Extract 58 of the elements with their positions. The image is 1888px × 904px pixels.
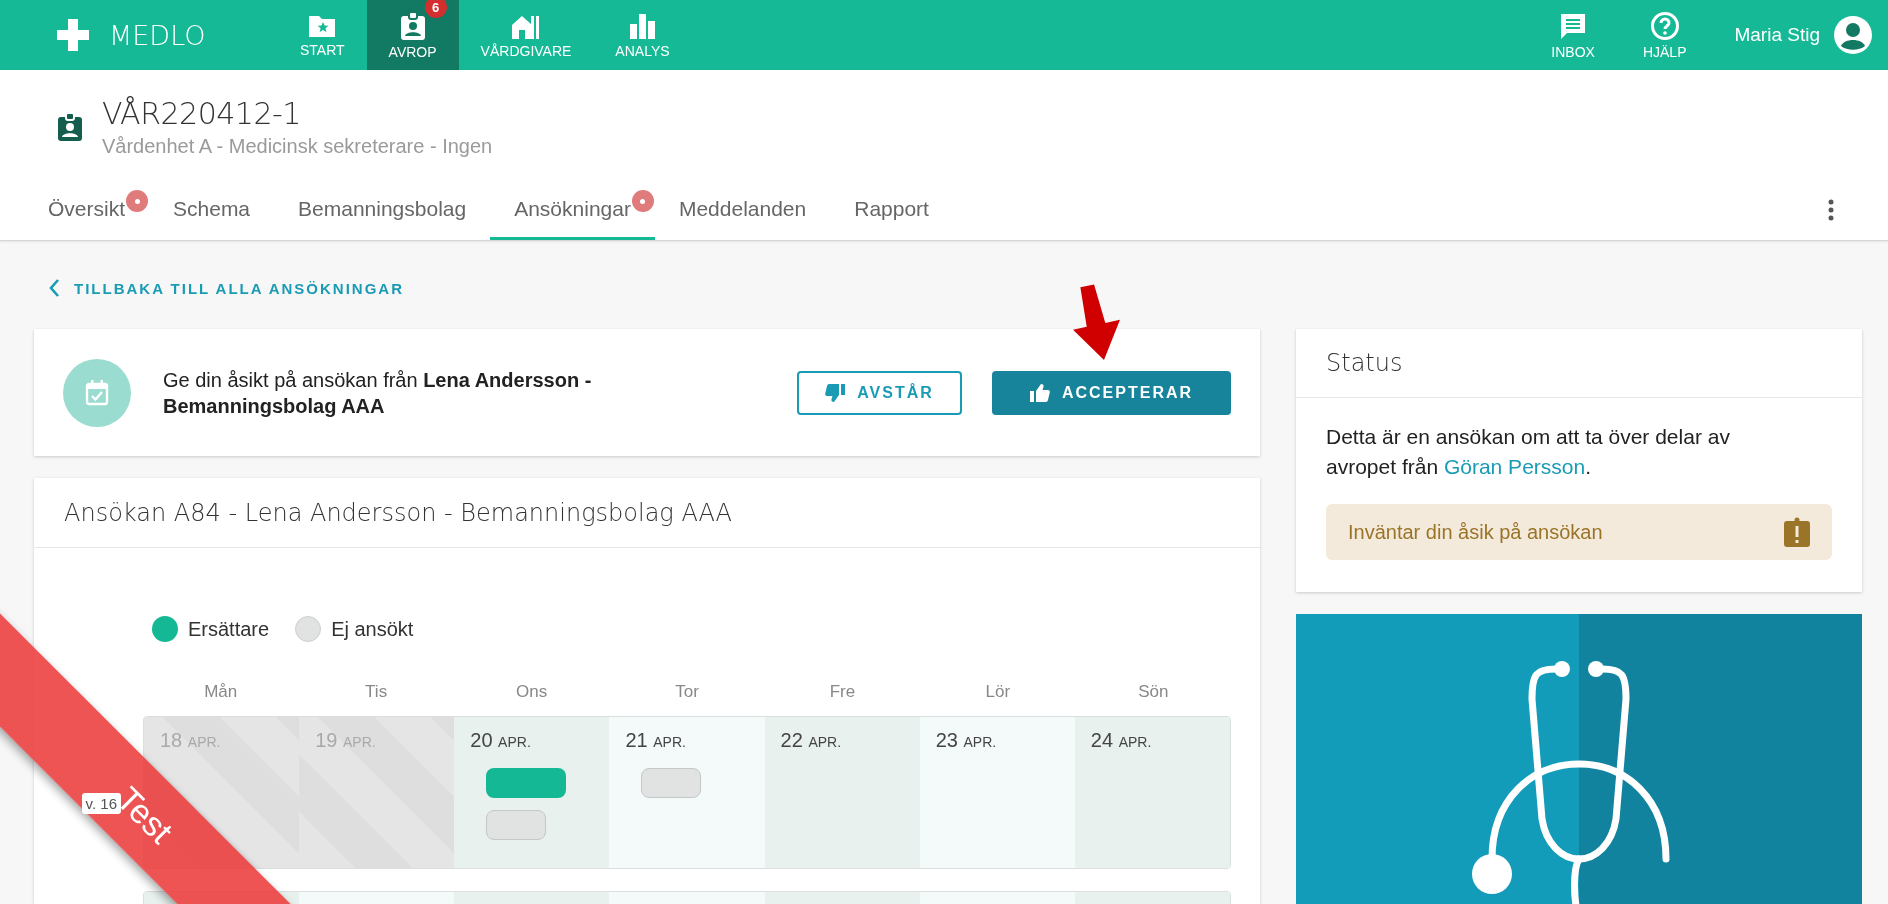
logo-icon — [55, 17, 91, 53]
day-cell[interactable]: 23 APR. — [919, 717, 1075, 868]
shift-pill[interactable] — [486, 810, 547, 840]
thumbs-down-icon — [825, 383, 846, 402]
weekday-label: Mån — [204, 682, 238, 701]
day-cell[interactable]: 21 APR. — [609, 717, 765, 868]
day-date: 19 APR. — [315, 729, 377, 752]
back-link[interactable]: TILLBAKA TILL ALLA ANSÖKNINGAR — [48, 274, 1260, 302]
chevron-left-icon — [48, 278, 60, 298]
tab[interactable]: Översikt — [48, 180, 149, 240]
tab[interactable]: Rapport — [830, 180, 953, 240]
tab[interactable]: Meddelanden — [654, 180, 831, 240]
day-date: 21 APR. — [625, 729, 687, 752]
shift-pill[interactable] — [641, 768, 702, 798]
card-title: Status — [1326, 349, 1403, 377]
clipboard-alert-icon — [1784, 517, 1810, 547]
person-link[interactable]: Göran Persson — [1443, 455, 1586, 478]
tab[interactable]: Bemanningsbolag — [274, 180, 491, 240]
legend-label: Ersättare — [188, 617, 270, 641]
tab[interactable]: Ansökningar — [490, 180, 655, 240]
weekday-label: Sön — [1138, 682, 1169, 701]
thumbs-up-icon — [1029, 383, 1050, 402]
badge-person-icon — [58, 113, 82, 141]
page-title: VÅR220412-1 — [102, 96, 302, 131]
day-date: 18 APR. — [160, 729, 222, 752]
week-label: v. 16 — [81, 793, 121, 814]
legend-label: Ej ansökt — [331, 617, 414, 641]
avatar-icon[interactable] — [1834, 16, 1872, 54]
day-cell[interactable]: 22 APR. — [764, 717, 920, 868]
status-text: Detta är en ansökan om att ta över delar av avropet från Göran Persson. — [1326, 424, 1731, 480]
brand-name: MEDLO — [109, 19, 206, 51]
page-subtitle: Vårdenhet A - Medicinsk sekreterare - Ingen — [102, 135, 493, 158]
badge-person-icon — [398, 10, 427, 41]
accept-button[interactable]: ACCEPTERAR — [992, 370, 1231, 415]
weekday-label: Tor — [675, 682, 699, 701]
notification-badge: 6 — [424, 0, 447, 18]
tab[interactable]: Schema — [149, 180, 275, 240]
day-cell[interactable]: 20 APR. — [454, 717, 610, 868]
day-date: 23 APR. — [935, 729, 998, 752]
decision-prompt: Ge din åsikt på ansökan från Lena Andersson - Bemanningsbolag AAA — [163, 367, 593, 419]
bar-chart-icon — [628, 11, 657, 40]
day-cell[interactable]: 24 APR. — [1074, 717, 1230, 868]
weekday-label: Tis — [365, 682, 388, 701]
card-title: Ansökan A84 - Lena Andersson - Bemanningsbolag AAA — [64, 498, 732, 527]
help-icon — [1649, 10, 1680, 41]
shift-pill[interactable] — [486, 768, 567, 798]
day-date: 22 APR. — [780, 729, 843, 752]
user-name: Maria Stig — [1734, 24, 1820, 46]
nav-tab[interactable]: AVROP 6 — [366, 0, 459, 70]
day-date: 20 APR. — [470, 729, 532, 752]
weekday-label: Lör — [985, 682, 1011, 701]
more-menu-icon[interactable] — [1828, 199, 1834, 221]
weekday-label: Fre — [829, 682, 856, 701]
day-date: 24 APR. — [1090, 729, 1153, 752]
calendar-check-icon — [85, 379, 109, 406]
alert-text: Inväntar din åsik på ansökan — [1348, 520, 1603, 544]
weekday-label: Ons — [515, 682, 548, 701]
decline-button[interactable]: AVSTÅR — [797, 370, 962, 415]
